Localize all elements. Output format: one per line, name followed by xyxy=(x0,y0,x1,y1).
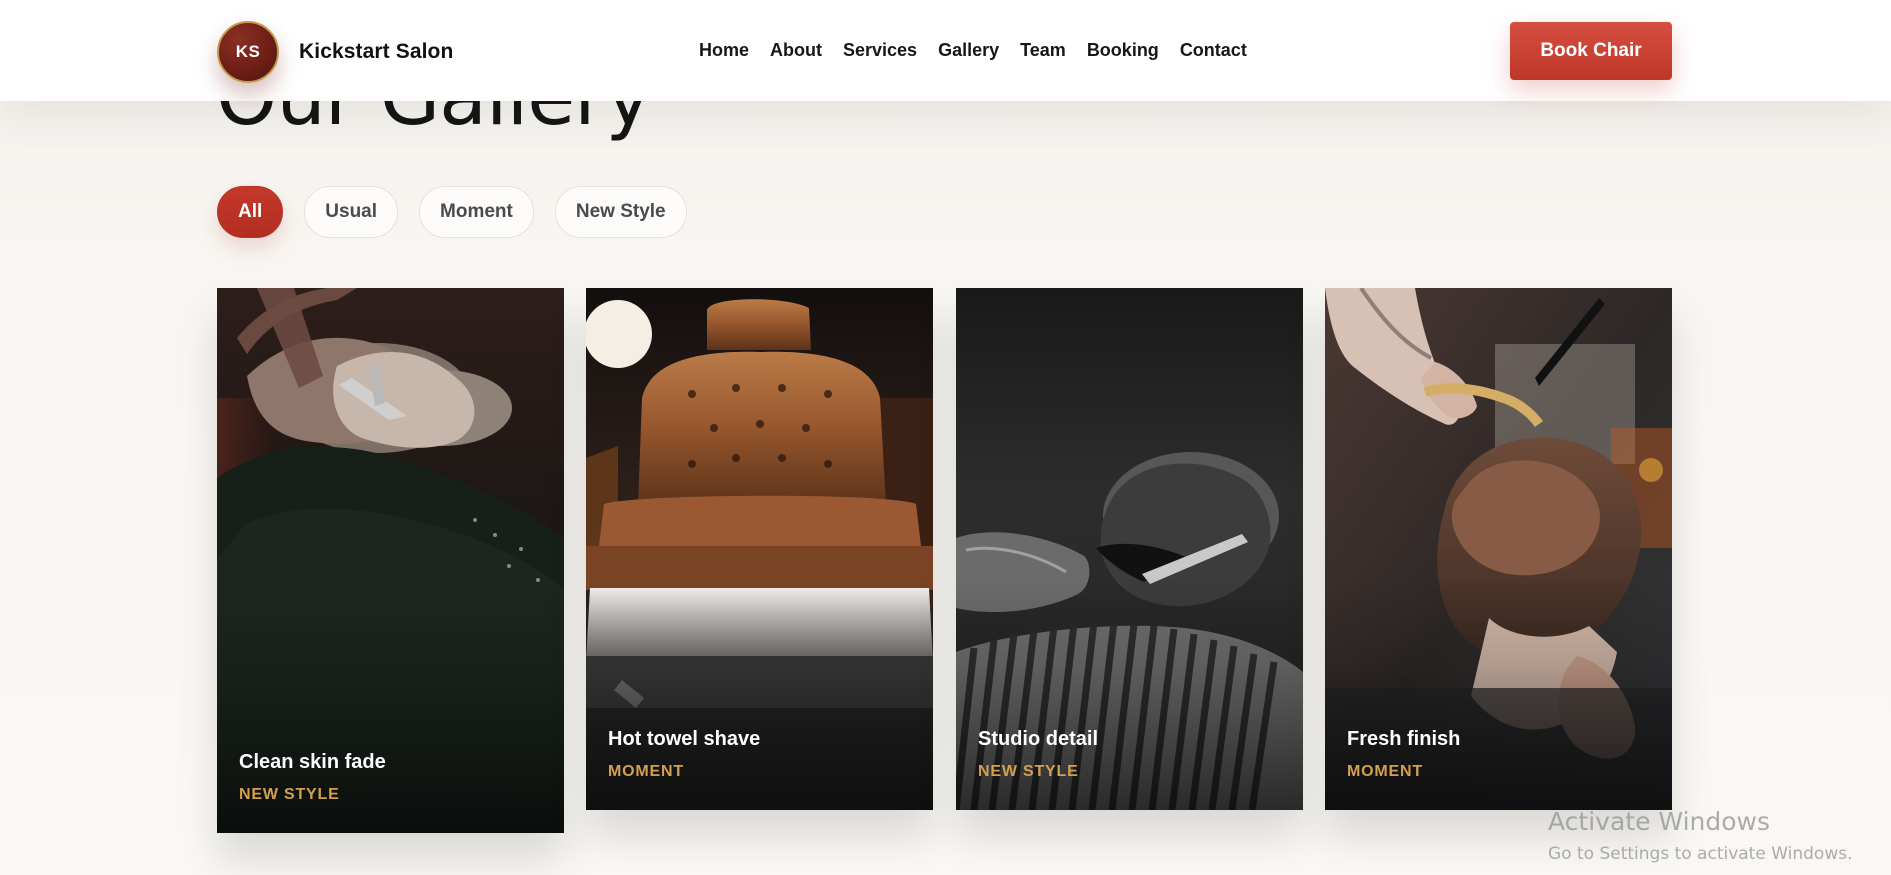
brand[interactable]: KS Kickstart Salon xyxy=(217,21,453,83)
card-title: Studio detail xyxy=(978,728,1098,750)
filter-usual[interactable]: Usual xyxy=(304,186,399,238)
nav-about[interactable]: About xyxy=(770,40,822,61)
card-tag: NEW STYLE xyxy=(978,763,1079,780)
site-header: KS Kickstart Salon Home About Services G… xyxy=(0,0,1891,101)
filter-moment[interactable]: Moment xyxy=(419,186,534,238)
nav-gallery[interactable]: Gallery xyxy=(938,40,999,61)
nav-team[interactable]: Team xyxy=(1020,40,1066,61)
gallery-card[interactable]: Hot towel shave MOMENT xyxy=(586,288,933,810)
card-tag: NEW STYLE xyxy=(239,786,340,803)
watermark-title: Activate Windows xyxy=(1548,807,1770,836)
main-navigation: Home About Services Gallery Team Booking… xyxy=(699,40,1268,61)
card-title: Fresh finish xyxy=(1347,728,1461,750)
gallery-card[interactable]: Clean skin fade NEW STYLE xyxy=(217,288,564,833)
nav-booking[interactable]: Booking xyxy=(1087,40,1159,61)
filter-all[interactable]: All xyxy=(217,186,284,238)
gallery-filters: All Usual Moment New Style xyxy=(217,186,687,238)
nav-contact[interactable]: Contact xyxy=(1180,40,1247,61)
gallery-card[interactable]: Fresh finish MOMENT xyxy=(1325,288,1672,810)
card-caption: Studio detail NEW STYLE xyxy=(978,728,1098,781)
card-title: Clean skin fade xyxy=(239,751,386,773)
nav-home[interactable]: Home xyxy=(699,40,749,61)
card-tag: MOMENT xyxy=(608,763,684,780)
windows-activation-watermark: Activate Windows Go to Settings to activ… xyxy=(1548,807,1853,864)
card-tag: MOMENT xyxy=(1347,763,1423,780)
gallery-grid: Clean skin fade NEW STYLE Hot towel shav… xyxy=(217,288,1673,848)
card-caption: Hot towel shave MOMENT xyxy=(608,728,760,781)
filter-new-style[interactable]: New Style xyxy=(554,186,687,238)
brand-name[interactable]: Kickstart Salon xyxy=(299,40,453,64)
card-caption: Fresh finish MOMENT xyxy=(1347,728,1460,781)
card-title: Hot towel shave xyxy=(608,728,761,750)
book-chair-button[interactable]: Book Chair xyxy=(1510,22,1672,80)
watermark-subtitle: Go to Settings to activate Windows. xyxy=(1548,844,1853,864)
nav-services[interactable]: Services xyxy=(843,40,917,61)
gallery-page: KS Kickstart Salon Home About Services G… xyxy=(0,0,1891,875)
gallery-card[interactable]: Studio detail NEW STYLE xyxy=(956,288,1303,810)
brand-logo[interactable]: KS xyxy=(217,21,279,83)
card-caption: Clean skin fade NEW STYLE xyxy=(239,751,386,804)
